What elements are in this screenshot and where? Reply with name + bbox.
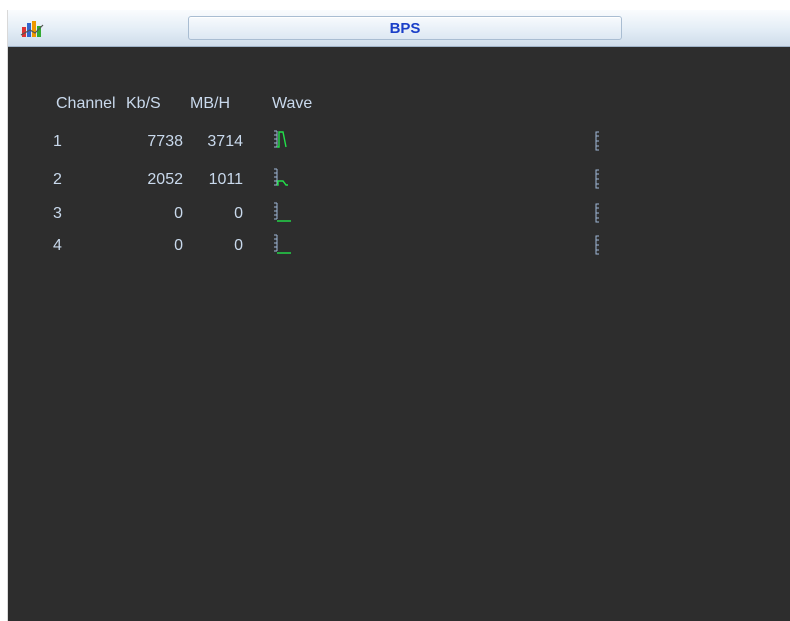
row-4-channel: 4 — [53, 237, 62, 254]
row-1-end-mark — [595, 131, 599, 151]
row-4-kbs: 0 — [174, 237, 183, 254]
row-3-kbs: 0 — [174, 205, 183, 222]
row-4-wave — [274, 234, 291, 254]
row-2-wave — [274, 168, 288, 186]
header-kbs: Kb/S — [126, 95, 161, 112]
row-1-mbh: 3714 — [207, 133, 243, 150]
row-3-end-mark — [595, 203, 599, 223]
row-4-mbh: 0 — [234, 237, 243, 254]
header-mbh: MB/H — [190, 95, 230, 112]
row-4-end-mark — [595, 235, 599, 255]
row-2-mbh: 1011 — [208, 171, 243, 188]
title-field: BPS — [188, 16, 622, 40]
row-2-end-mark — [595, 169, 599, 189]
header-channel: Channel — [56, 95, 116, 112]
row-2-channel: 2 — [53, 171, 62, 188]
row-1-wave — [274, 130, 287, 148]
row-1-channel: 1 — [53, 133, 62, 150]
row-2-kbs: 2052 — [147, 171, 183, 188]
window-title: BPS — [389, 20, 421, 37]
header-wave: Wave — [272, 95, 313, 112]
row-3-wave — [274, 202, 291, 222]
bps-window: BPS Channel Kb/S MB/H Wave 1 7738 3714 2… — [8, 10, 790, 621]
row-1-kbs: 7738 — [147, 133, 183, 150]
app-icon — [20, 21, 44, 37]
title-bar: BPS — [8, 10, 790, 47]
row-3-channel: 3 — [53, 205, 62, 222]
row-3-mbh: 0 — [234, 205, 243, 222]
